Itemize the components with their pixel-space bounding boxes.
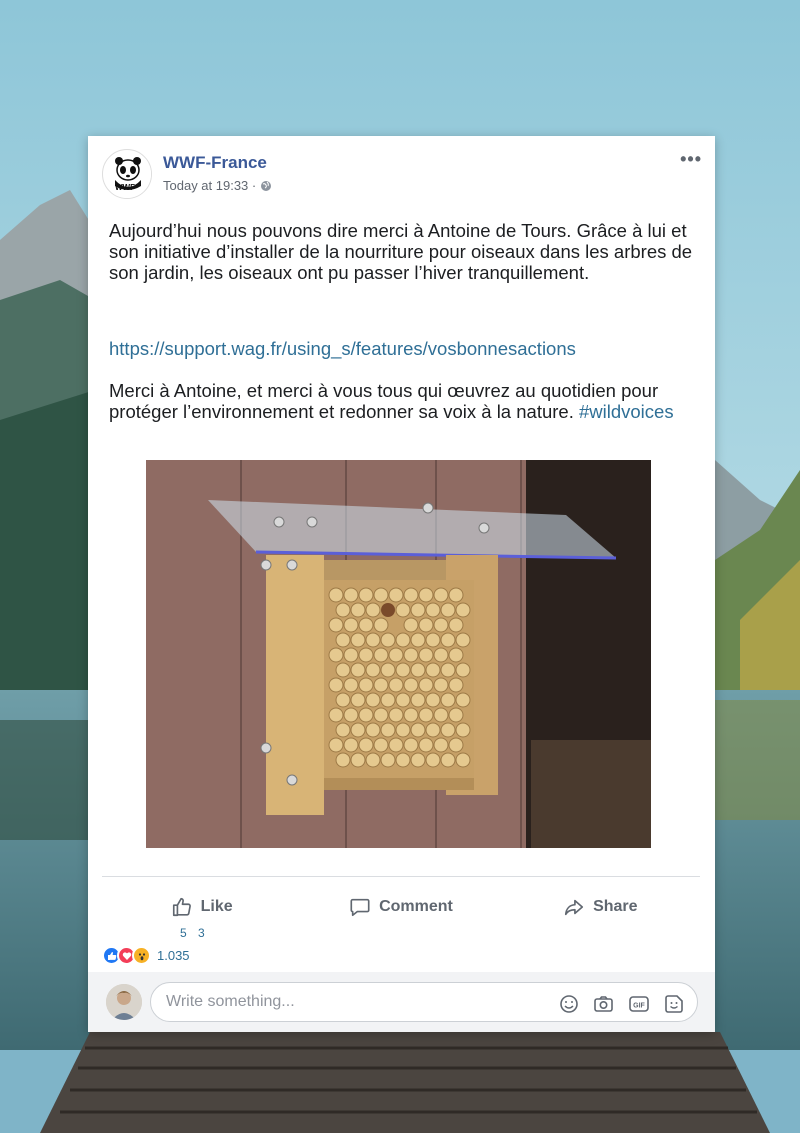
comment-composer: Write something... GIF [88, 972, 715, 1032]
gif-icon[interactable]: GIF [627, 992, 650, 1015]
user-avatar[interactable] [106, 984, 142, 1020]
comment-icon [350, 898, 370, 917]
post-card: WWF WWF-France Today at 19:33 · ••• Aujo… [88, 136, 715, 1032]
like-label: Like [200, 898, 233, 915]
reactions-summary[interactable]: 1.035 [102, 946, 190, 965]
post-link[interactable]: https://support.wag.fr/using_s/features/… [109, 338, 576, 359]
hashtag-link[interactable]: #wildvoices [579, 401, 674, 422]
like-button[interactable]: Like [102, 888, 301, 926]
comment-button[interactable]: Comment [301, 888, 500, 926]
page-avatar[interactable]: WWF [102, 149, 152, 199]
avatar-logo-text: WWF [115, 183, 135, 192]
share-button[interactable]: Share [501, 888, 700, 926]
post-meta: Today at 19:33 · [163, 178, 272, 193]
composer-icons: GIF [557, 992, 685, 1015]
actions-divider [102, 876, 700, 877]
camera-icon[interactable] [592, 992, 615, 1015]
comment-input[interactable]: Write something... GIF [150, 982, 698, 1022]
share-label: Share [593, 898, 638, 915]
post-timestamp[interactable]: Today at 19:33 · [163, 178, 256, 193]
wow-icon [132, 946, 151, 965]
post-photo-bee-hotel[interactable] [146, 460, 651, 848]
globe-icon [261, 180, 272, 191]
thumbs-up-icon [172, 897, 191, 917]
small-counts: 5 3 [180, 926, 209, 940]
post-header: WWF WWF-France Today at 19:33 · ••• [102, 149, 702, 201]
more-options-button[interactable]: ••• [680, 149, 702, 170]
svg-text:GIF: GIF [633, 1002, 645, 1009]
comment-label: Comment [379, 898, 453, 915]
post-text-paragraph-1: Aujourd’hui nous pouvons dire merci à An… [109, 220, 693, 283]
emoji-icon[interactable] [557, 992, 580, 1015]
comment-placeholder: Write something... [166, 993, 295, 1010]
post-body: Aujourd’hui nous pouvons dire merci à An… [109, 220, 699, 422]
post-text-paragraph-2: Merci à Antoine, et merci à vous tous qu… [109, 380, 659, 422]
reactions-count: 1.035 [157, 948, 190, 963]
sticker-icon[interactable] [662, 992, 685, 1015]
share-arrow-icon [565, 899, 584, 916]
page-name-link[interactable]: WWF-France [163, 153, 267, 173]
post-actions-bar: Like Comment Share [102, 888, 700, 926]
